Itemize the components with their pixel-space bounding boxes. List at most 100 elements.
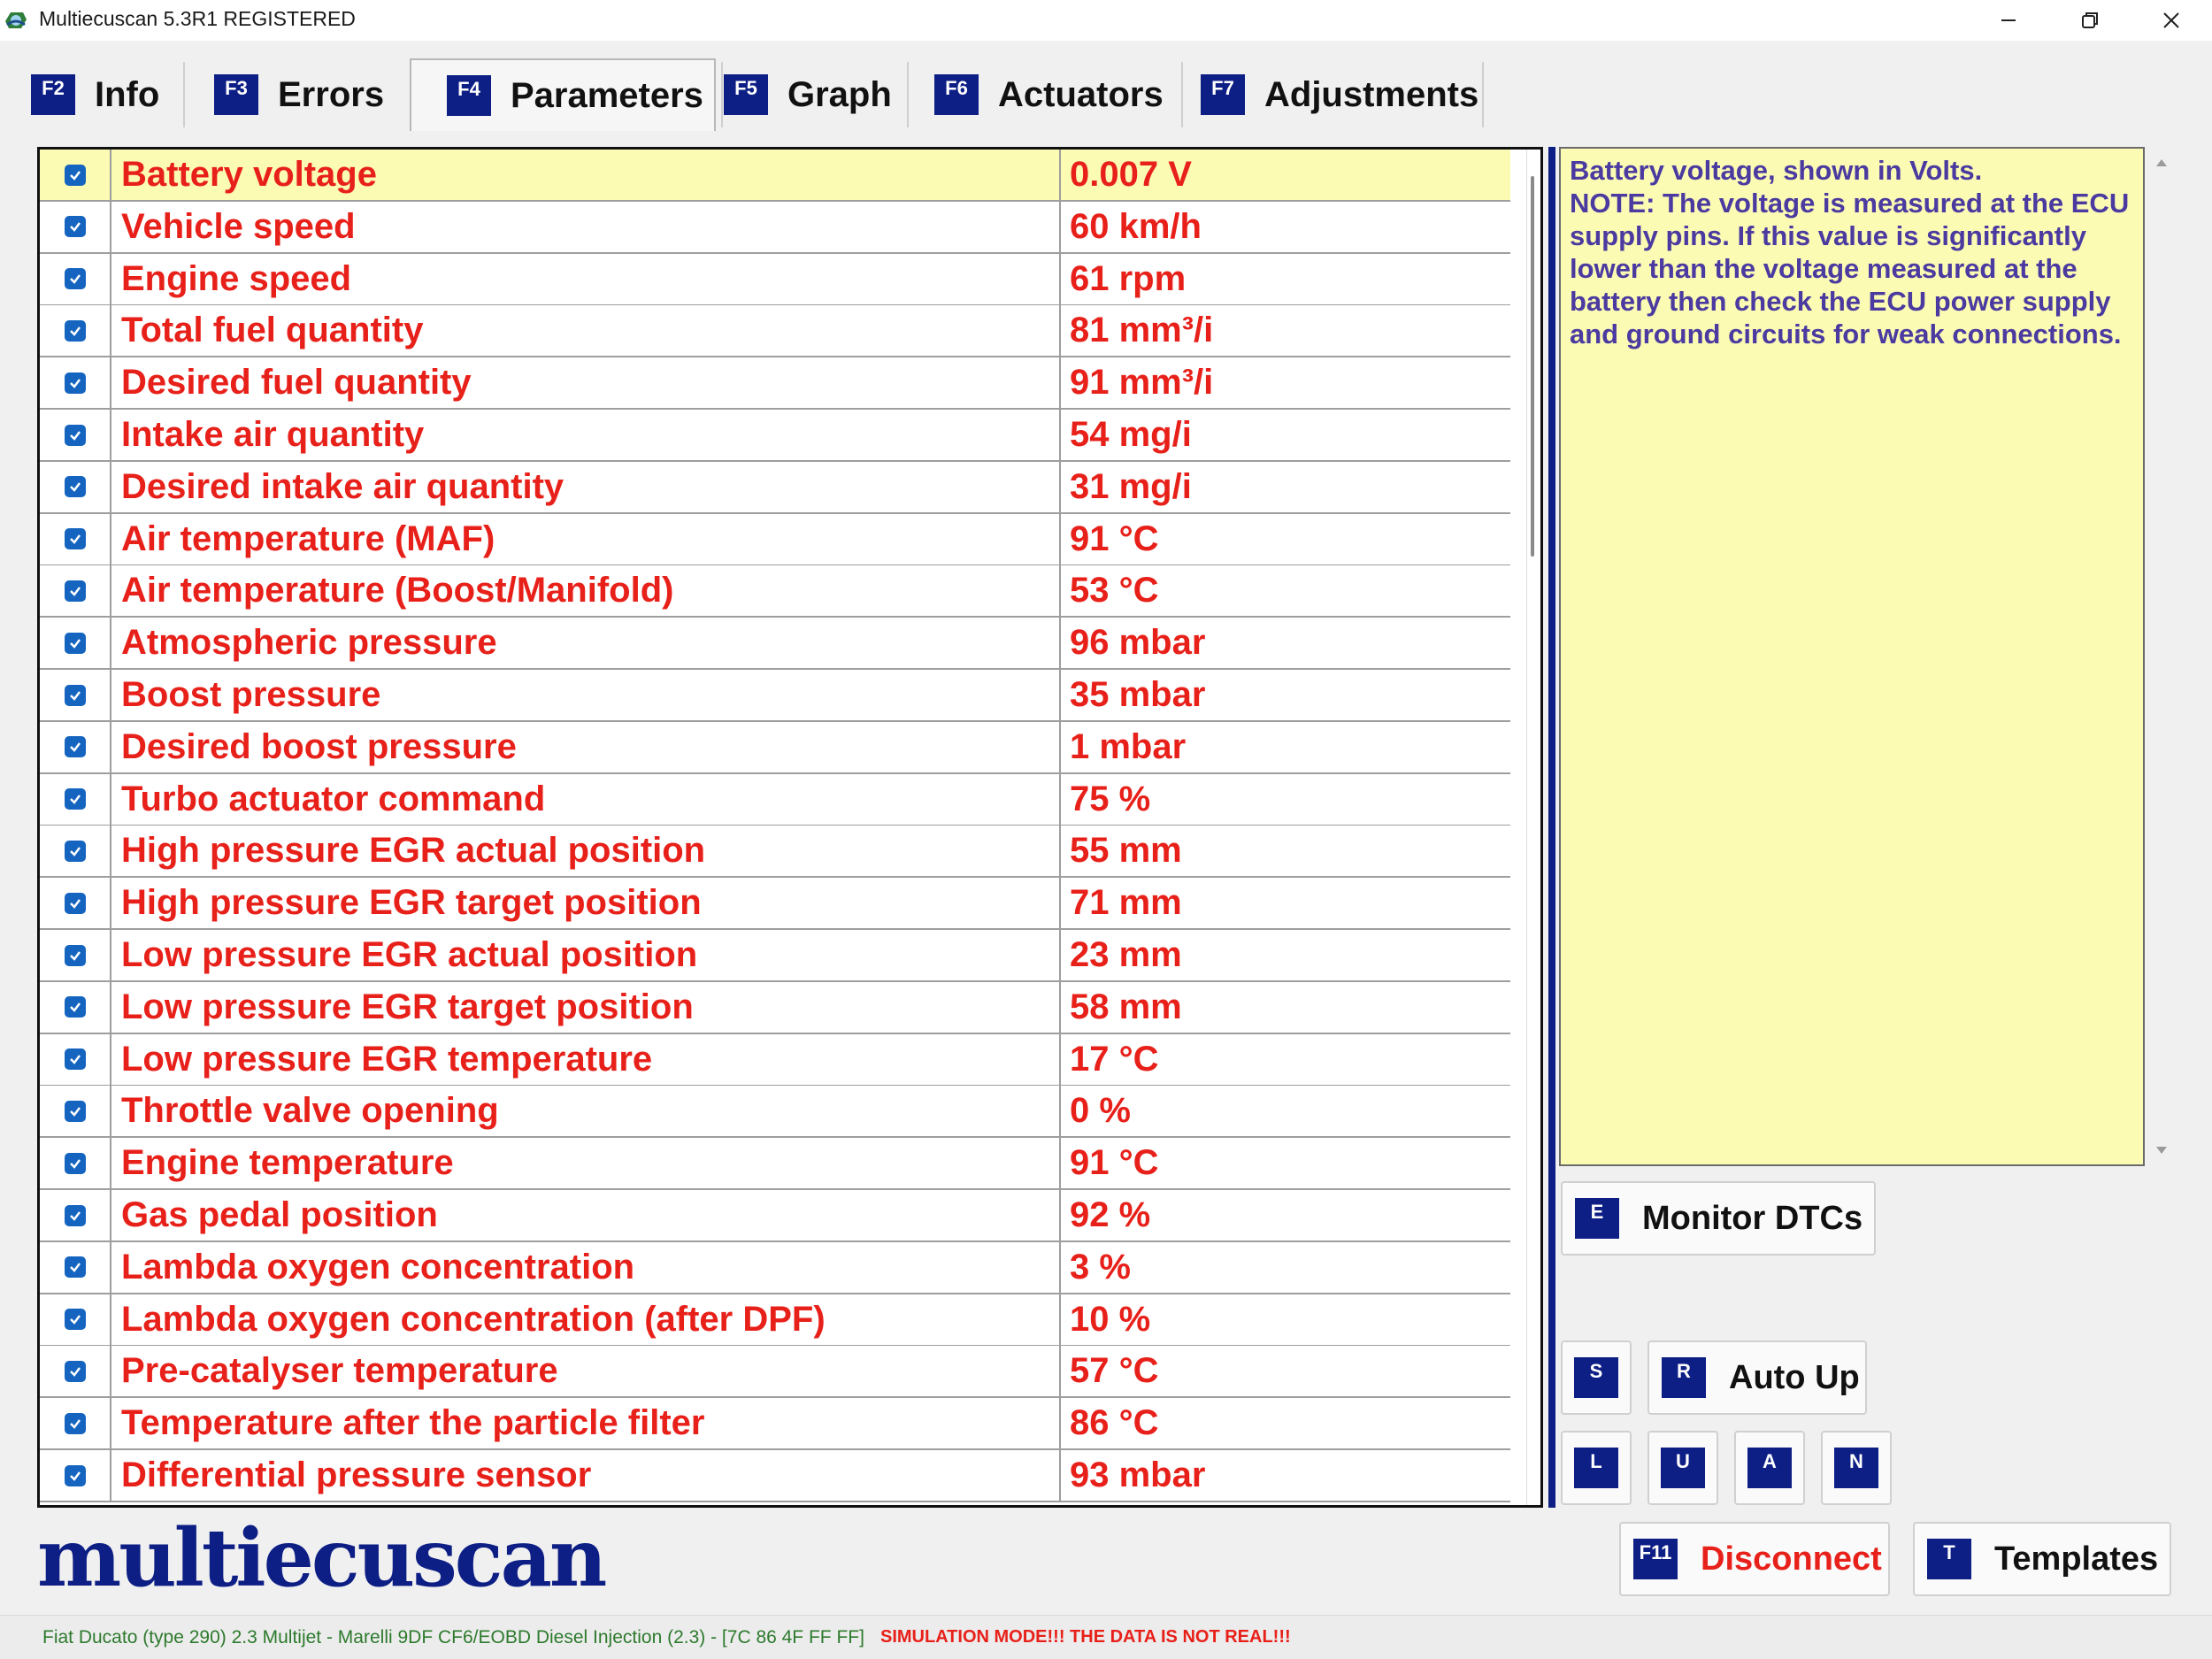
minimize-icon xyxy=(2001,19,2016,21)
close-button[interactable] xyxy=(2131,0,2212,41)
table-row[interactable]: High pressure EGR target position 71 mm xyxy=(40,878,1510,931)
tab-errors[interactable]: F3 Errors xyxy=(214,58,384,131)
table-row[interactable]: Temperature after the particle filter 86 … xyxy=(40,1398,1510,1451)
key-badge: T xyxy=(1927,1539,1971,1579)
scroll-up-icon[interactable] xyxy=(2156,159,2167,166)
parameter-value: 75 % xyxy=(1070,779,1151,818)
auto-up-button[interactable]: R Auto Up xyxy=(1647,1340,1867,1415)
parameter-value: 91 mm³/i xyxy=(1070,363,1214,403)
row-checkbox[interactable] xyxy=(64,788,86,810)
key-badge: F11 xyxy=(1633,1539,1678,1579)
row-checkbox[interactable] xyxy=(64,1309,86,1331)
table-row[interactable]: Atmospheric pressure 96 mbar xyxy=(40,618,1510,671)
table-row[interactable]: Total fuel quantity 81 mm³/i xyxy=(40,305,1510,358)
table-row[interactable]: Boost pressure 35 mbar xyxy=(40,670,1510,722)
description-scrollbar[interactable] xyxy=(2148,147,2175,1166)
row-checkbox[interactable] xyxy=(64,372,86,394)
table-row[interactable]: Low pressure EGR target position 58 mm xyxy=(40,981,1510,1034)
tab-adjustments[interactable]: F7 Adjustments xyxy=(1201,58,1479,131)
table-row[interactable]: Vehicle speed 60 km/h xyxy=(40,201,1510,254)
row-checkbox[interactable] xyxy=(64,1100,86,1122)
fkey-badge: F7 xyxy=(1201,74,1245,115)
table-row[interactable]: Intake air quantity 54 mg/i xyxy=(40,410,1510,462)
parameter-value: 23 mm xyxy=(1070,935,1182,974)
row-checkbox[interactable] xyxy=(64,840,86,862)
parameter-value: 91 °C xyxy=(1070,1143,1159,1183)
parameter-value: 61 rpm xyxy=(1070,258,1187,298)
row-checkbox[interactable] xyxy=(64,1256,86,1279)
row-checkbox[interactable] xyxy=(64,1204,86,1226)
checkmark-icon xyxy=(69,1158,81,1169)
checkmark-icon xyxy=(69,1315,81,1325)
table-row[interactable]: High pressure EGR actual position 55 mm xyxy=(40,826,1510,879)
table-row[interactable]: Gas pedal position 92 % xyxy=(40,1190,1510,1242)
minimize-button[interactable] xyxy=(1968,0,2049,41)
parameter-value: 10 % xyxy=(1070,1299,1151,1339)
tab-actuators[interactable]: F6 Actuators xyxy=(934,58,1164,131)
table-row[interactable]: Battery voltage 0.007 V xyxy=(40,150,1510,202)
table-row[interactable]: Differential pressure sensor 93 mbar xyxy=(40,1450,1510,1502)
s-button[interactable]: S xyxy=(1561,1340,1632,1415)
table-row[interactable]: Low pressure EGR temperature 17 °C xyxy=(40,1033,1510,1087)
row-checkbox[interactable] xyxy=(64,892,86,914)
templates-button[interactable]: T Templates xyxy=(1913,1522,2171,1596)
row-checkbox[interactable] xyxy=(64,1360,86,1382)
table-row[interactable]: Engine temperature 91 °C xyxy=(40,1138,1510,1191)
tab-label: Parameters xyxy=(511,75,703,115)
table-row[interactable]: Low pressure EGR actual position 23 mm xyxy=(40,930,1510,982)
table-scrollbar[interactable] xyxy=(1526,150,1540,1505)
table-scroll-thumb[interactable] xyxy=(1531,176,1534,557)
row-checkbox[interactable] xyxy=(64,1412,86,1434)
row-checkbox[interactable] xyxy=(64,944,86,966)
row-checkbox-cell xyxy=(40,410,111,460)
row-checkbox[interactable] xyxy=(64,1464,86,1486)
tab-info[interactable]: F2 Info xyxy=(31,58,159,131)
row-checkbox[interactable] xyxy=(64,424,86,446)
u-button[interactable]: U xyxy=(1647,1431,1718,1505)
row-checkbox[interactable] xyxy=(64,996,86,1018)
row-checkbox[interactable] xyxy=(64,736,86,758)
row-checkbox-cell xyxy=(40,513,111,565)
row-checkbox-cell xyxy=(40,1190,111,1240)
row-checkbox[interactable] xyxy=(64,476,86,498)
a-button[interactable]: A xyxy=(1734,1431,1805,1505)
row-checkbox[interactable] xyxy=(64,1152,86,1174)
restore-button[interactable] xyxy=(2049,0,2131,41)
row-checkbox[interactable] xyxy=(64,580,86,602)
checkmark-icon xyxy=(69,1471,81,1481)
parameter-name: Turbo actuator command xyxy=(114,773,1061,825)
row-checkbox[interactable] xyxy=(64,1048,86,1071)
table-row[interactable]: Pre-catalyser temperature 57 °C xyxy=(40,1346,1510,1399)
n-button[interactable]: N xyxy=(1821,1431,1892,1505)
tab-graph[interactable]: F5 Graph xyxy=(724,58,892,131)
table-row[interactable]: Air temperature (Boost/Manifold) 53 °C xyxy=(40,565,1510,618)
parameter-name: Throttle valve opening xyxy=(114,1086,1061,1137)
table-row[interactable]: Desired intake air quantity 31 mg/i xyxy=(40,461,1510,514)
table-row[interactable]: Lambda oxygen concentration (after DPF) 1… xyxy=(40,1294,1510,1347)
parameter-name: Low pressure EGR target position xyxy=(114,981,1061,1033)
row-checkbox[interactable] xyxy=(64,268,86,290)
scroll-down-icon[interactable] xyxy=(2156,1147,2167,1154)
row-checkbox[interactable] xyxy=(64,319,86,342)
checkmark-icon xyxy=(69,274,81,284)
row-checkbox[interactable] xyxy=(64,684,86,706)
parameter-value: 86 °C xyxy=(1070,1403,1159,1443)
tab-parameters[interactable]: F4 Parameters xyxy=(410,58,716,131)
table-row[interactable]: Engine speed 61 rpm xyxy=(40,253,1510,306)
monitor-dtcs-button[interactable]: E Monitor DTCs xyxy=(1561,1181,1876,1256)
table-row[interactable]: Throttle valve opening 0 % xyxy=(40,1086,1510,1139)
row-checkbox[interactable] xyxy=(64,164,86,186)
row-checkbox-cell xyxy=(40,1033,111,1085)
row-checkbox[interactable] xyxy=(64,216,86,238)
table-row[interactable]: Lambda oxygen concentration 3 % xyxy=(40,1241,1510,1294)
row-checkbox[interactable] xyxy=(64,528,86,550)
l-button[interactable]: L xyxy=(1561,1431,1632,1505)
table-row[interactable]: Air temperature (MAF) 91 °C xyxy=(40,513,1510,566)
row-checkbox-cell xyxy=(40,253,111,304)
table-row[interactable]: Turbo actuator command 75 % xyxy=(40,773,1510,826)
table-row[interactable]: Desired fuel quantity 91 mm³/i xyxy=(40,357,1510,411)
checkmark-icon xyxy=(69,378,81,388)
table-row[interactable]: Desired boost pressure 1 mbar xyxy=(40,721,1510,774)
row-checkbox[interactable] xyxy=(64,632,86,654)
disconnect-button[interactable]: F11 Disconnect xyxy=(1619,1522,1890,1596)
